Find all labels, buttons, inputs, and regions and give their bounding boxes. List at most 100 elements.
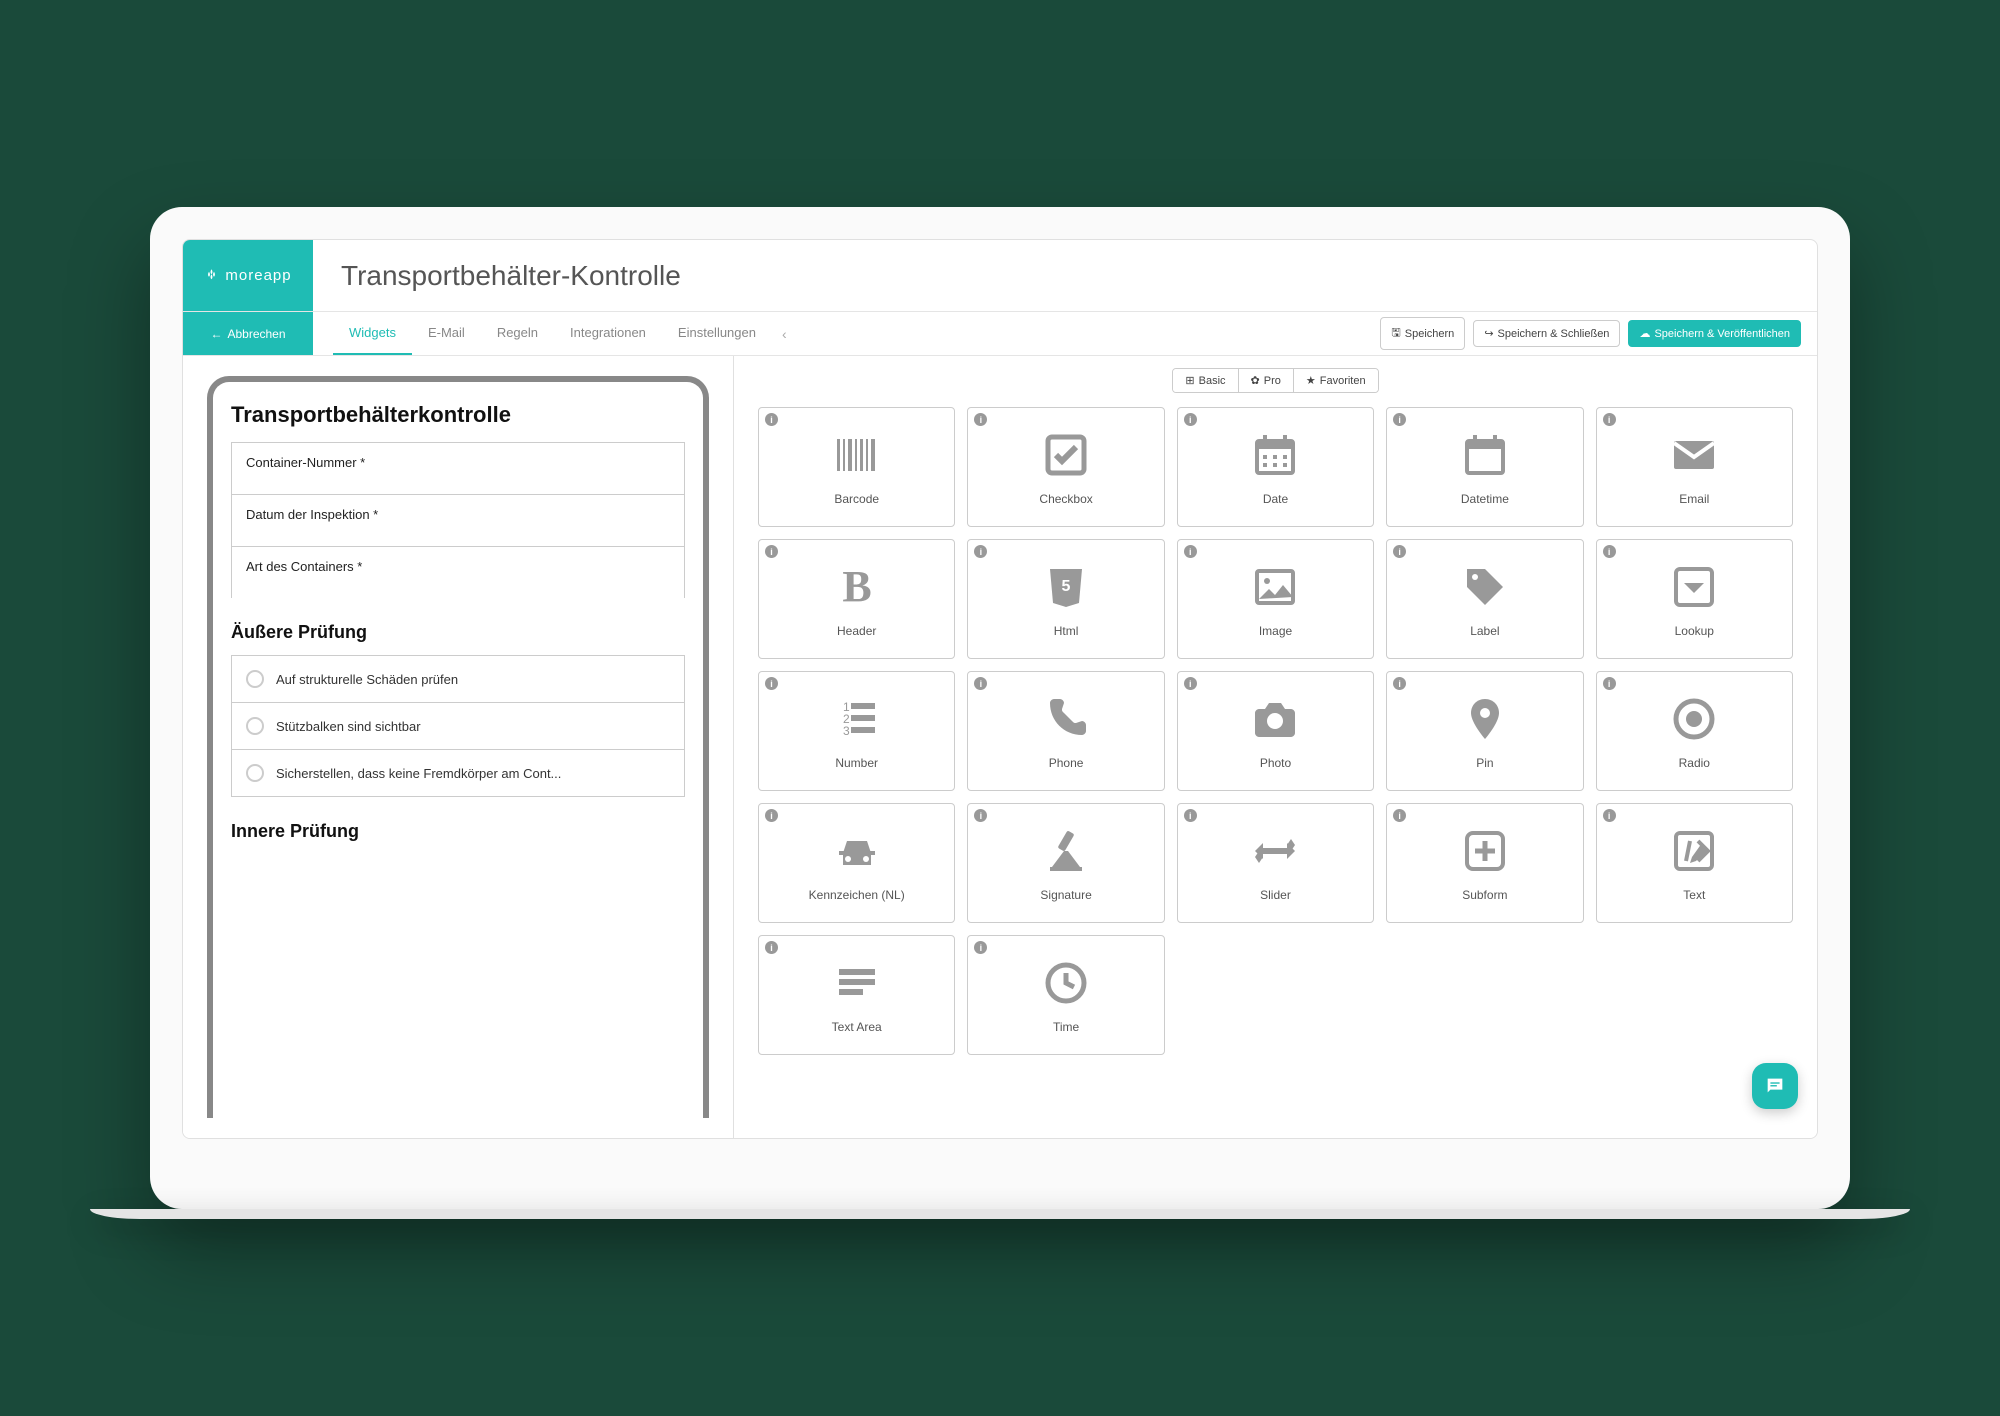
info-icon[interactable]: i <box>1393 545 1406 558</box>
info-icon[interactable]: i <box>974 677 987 690</box>
info-icon[interactable]: i <box>1184 545 1197 558</box>
tab-widgets[interactable]: Widgets <box>333 312 412 355</box>
phone-icon <box>1039 692 1093 746</box>
widget-datetime[interactable]: iDatetime <box>1386 407 1583 527</box>
widget-number[interactable]: i123Number <box>758 671 955 791</box>
widget-image[interactable]: iImage <box>1177 539 1374 659</box>
info-icon[interactable]: i <box>765 413 778 426</box>
chat-icon <box>1764 1075 1786 1097</box>
widget-header[interactable]: iBHeader <box>758 539 955 659</box>
info-icon[interactable]: i <box>1393 413 1406 426</box>
form-field[interactable]: Container-Nummer * <box>232 443 684 495</box>
radio-icon <box>1667 692 1721 746</box>
filter-pro[interactable]: ✿ Pro <box>1239 369 1294 392</box>
widget-label: Label <box>1470 624 1499 638</box>
subheader: Abbrechen WidgetsE-MailRegelnIntegration… <box>183 312 1817 356</box>
widget-email[interactable]: iEmail <box>1596 407 1793 527</box>
widget-text[interactable]: iText <box>1596 803 1793 923</box>
widget-label: Signature <box>1040 888 1091 902</box>
check-item[interactable]: Auf strukturelle Schäden prüfen <box>231 655 685 703</box>
widget-radio[interactable]: iRadio <box>1596 671 1793 791</box>
info-icon[interactable]: i <box>765 545 778 558</box>
save-button[interactable]: 🖫 Speichern <box>1380 317 1465 350</box>
info-icon[interactable]: i <box>974 809 987 822</box>
info-icon[interactable]: i <box>765 677 778 690</box>
tab-einstellungen[interactable]: Einstellungen <box>662 312 772 355</box>
info-icon[interactable]: i <box>974 545 987 558</box>
brand-logo[interactable]: moreapp <box>183 240 313 311</box>
lookup-icon <box>1667 560 1721 614</box>
radio-icon <box>246 764 264 782</box>
widget-signature[interactable]: i Signature <box>967 803 1164 923</box>
email-icon <box>1667 428 1721 482</box>
widget-subform[interactable]: i Subform <box>1386 803 1583 923</box>
header-icon: B <box>830 560 884 614</box>
form-field[interactable]: Art des Containers * <box>232 547 684 598</box>
preview-pane: Transportbehälterkontrolle Container-Num… <box>183 356 733 1138</box>
save-close-button[interactable]: ↪ Speichern & Schließen <box>1473 320 1620 347</box>
widget-date[interactable]: iDate <box>1177 407 1374 527</box>
widget-html[interactable]: i5Html <box>967 539 1164 659</box>
laptop-frame: moreapp Transportbehälter-Kontrolle Abbr… <box>150 207 1850 1209</box>
info-icon[interactable]: i <box>1393 677 1406 690</box>
widget-barcode[interactable]: iBarcode <box>758 407 955 527</box>
info-icon[interactable]: i <box>1184 809 1197 822</box>
widget-label[interactable]: i Label <box>1386 539 1583 659</box>
widget-label: Lookup <box>1675 624 1714 638</box>
widget-slider[interactable]: i Slider <box>1177 803 1374 923</box>
widget-phone[interactable]: iPhone <box>967 671 1164 791</box>
form-field[interactable]: Datum der Inspektion * <box>232 495 684 547</box>
info-icon[interactable]: i <box>974 413 987 426</box>
info-icon[interactable]: i <box>765 941 778 954</box>
widget-checkbox[interactable]: iCheckbox <box>967 407 1164 527</box>
save-publish-button[interactable]: ☁ Speichern & Veröffentlichen <box>1628 320 1801 347</box>
grid-icon: ⊞ <box>1185 374 1194 387</box>
widget-time[interactable]: iTime <box>967 935 1164 1055</box>
widget-label: Kennzeichen (NL) <box>809 888 905 902</box>
info-icon[interactable]: i <box>1393 809 1406 822</box>
info-icon[interactable]: i <box>1184 413 1197 426</box>
workspace: Transportbehälterkontrolle Container-Num… <box>183 356 1817 1138</box>
info-icon[interactable]: i <box>1603 545 1616 558</box>
tab-integrationen[interactable]: Integrationen <box>554 312 662 355</box>
svg-text:B: B <box>842 563 871 611</box>
widget-label: Slider <box>1260 888 1291 902</box>
widget-pin[interactable]: i Pin <box>1386 671 1583 791</box>
info-icon[interactable]: i <box>1603 413 1616 426</box>
phone-frame: Transportbehälterkontrolle Container-Num… <box>207 376 709 1118</box>
filter-basic[interactable]: ⊞ Basic <box>1173 369 1238 392</box>
widget-lookup[interactable]: i Lookup <box>1596 539 1793 659</box>
page-title: Transportbehälter-Kontrolle <box>313 240 1817 311</box>
widget-license[interactable]: i Kennzeichen (NL) <box>758 803 955 923</box>
logout-icon: ↪ <box>1484 327 1493 340</box>
tab-e-mail[interactable]: E-Mail <box>412 312 481 355</box>
info-icon[interactable]: i <box>765 809 778 822</box>
cancel-button[interactable]: Abbrechen <box>183 312 313 355</box>
form-title: Transportbehälterkontrolle <box>231 402 685 428</box>
widget-label: Subform <box>1462 888 1507 902</box>
info-icon[interactable]: i <box>1184 677 1197 690</box>
chevron-left-icon[interactable]: ‹ <box>772 326 797 342</box>
datetime-icon <box>1458 428 1512 482</box>
chat-fab[interactable] <box>1752 1063 1798 1109</box>
pin-icon <box>1458 692 1512 746</box>
info-icon[interactable]: i <box>1603 677 1616 690</box>
widget-photo[interactable]: iPhoto <box>1177 671 1374 791</box>
widget-pane: ⊞ Basic ✿ Pro ★ Favoriten <box>733 356 1817 1138</box>
filter-favorites[interactable]: ★ Favoriten <box>1294 369 1378 392</box>
widget-textarea[interactable]: iText Area <box>758 935 955 1055</box>
section-title: Innere Prüfung <box>231 821 685 842</box>
header: moreapp Transportbehälter-Kontrolle <box>183 240 1817 312</box>
image-icon <box>1248 560 1302 614</box>
info-icon[interactable]: i <box>974 941 987 954</box>
checkbox-icon <box>1039 428 1093 482</box>
info-icon[interactable]: i <box>1603 809 1616 822</box>
tab-regeln[interactable]: Regeln <box>481 312 554 355</box>
photo-icon <box>1248 692 1302 746</box>
widget-label: Pin <box>1476 756 1493 770</box>
filter-row: ⊞ Basic ✿ Pro ★ Favoriten <box>758 368 1793 393</box>
header-actions: 🖫 Speichern ↪ Speichern & Schließen ☁ Sp… <box>1380 312 1817 355</box>
subform-icon <box>1458 824 1512 878</box>
check-item[interactable]: Sicherstellen, dass keine Fremdkörper am… <box>231 750 685 797</box>
check-item[interactable]: Stützbalken sind sichtbar <box>231 703 685 750</box>
